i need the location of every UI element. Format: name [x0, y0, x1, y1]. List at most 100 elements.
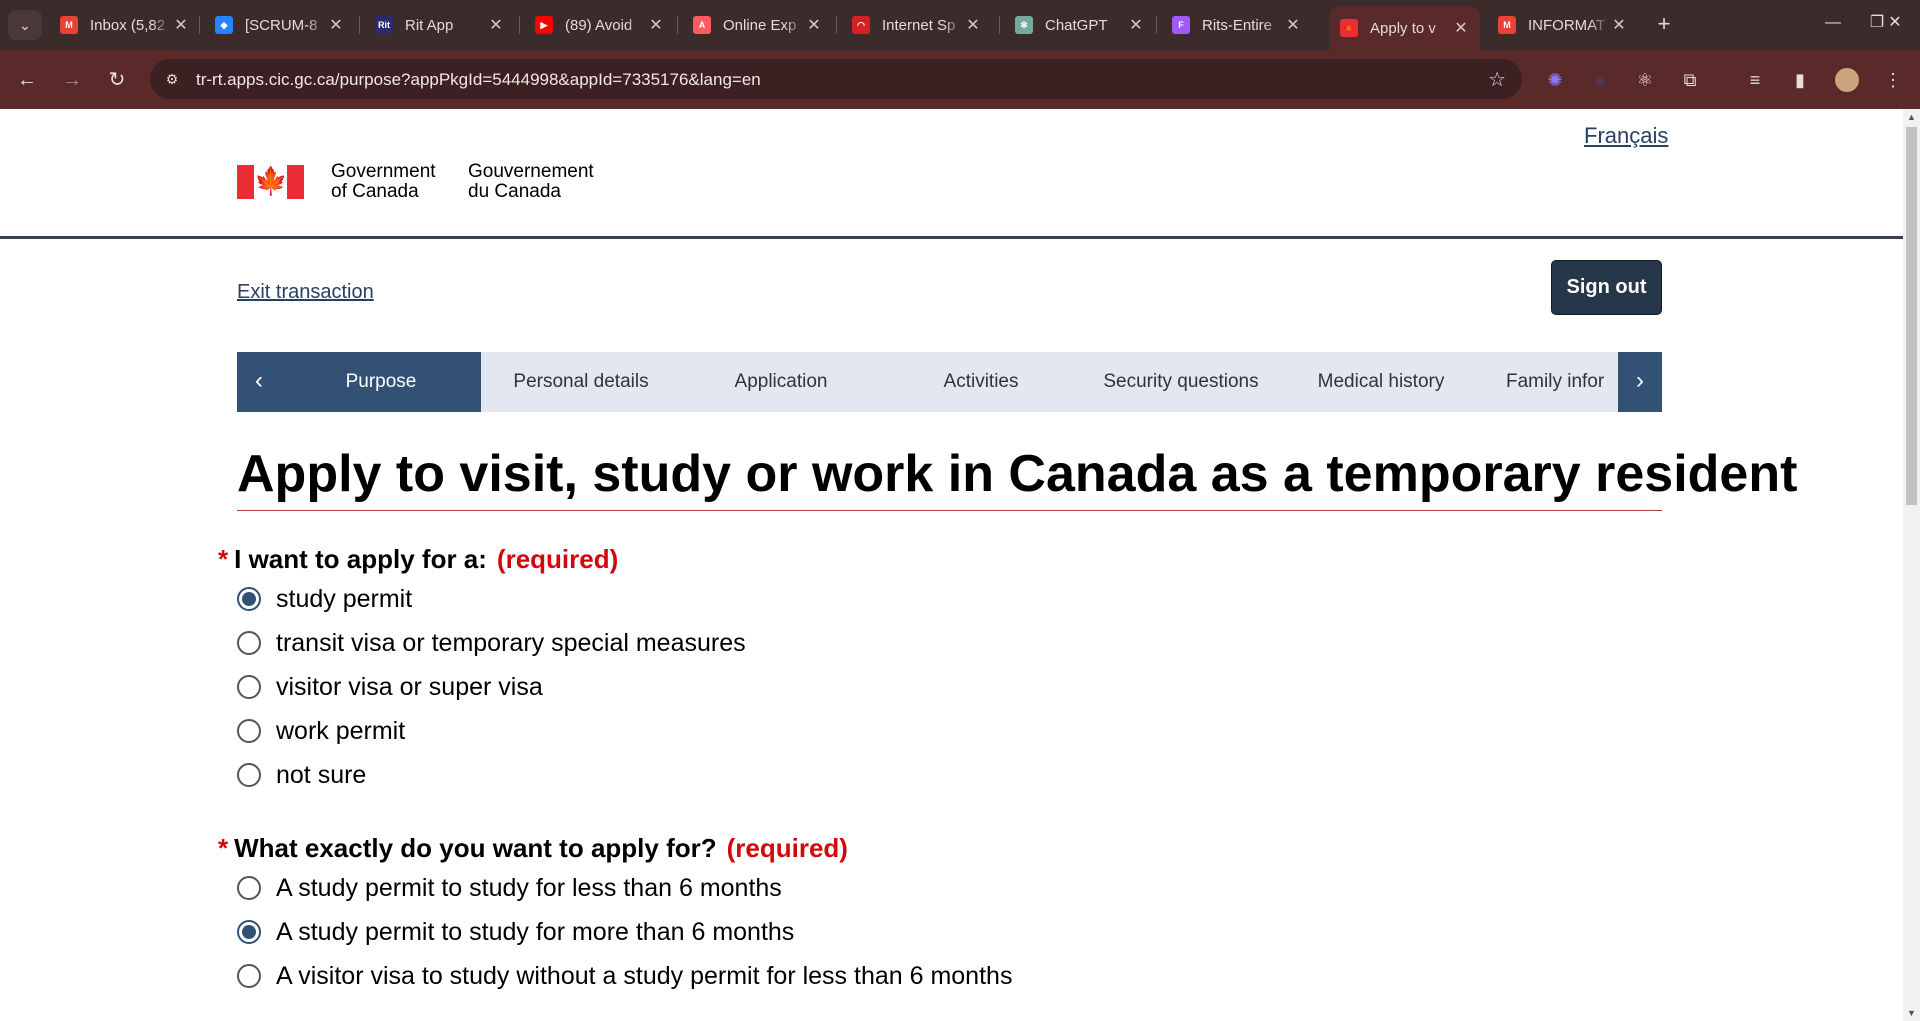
sign-out-button[interactable]: Sign out — [1551, 260, 1662, 315]
youtube-icon: ▶ — [535, 16, 553, 34]
radio-option[interactable]: not sure — [237, 759, 366, 791]
radio-label[interactable]: transit visa or temporary special measur… — [276, 629, 746, 658]
question-legend: * I want to apply for a: (required) — [218, 544, 618, 575]
stepper-step[interactable]: Security questions — [1081, 352, 1281, 412]
media-control-icon[interactable]: ≡ — [1741, 66, 1769, 94]
required-marker: (required) — [496, 544, 619, 574]
close-tab-icon[interactable]: ✕ — [964, 15, 982, 35]
stepper-step[interactable]: Personal details — [481, 352, 681, 412]
figma-icon: F — [1172, 16, 1190, 34]
browser-tab[interactable]: ✻ ChatGPT ✕ — [1005, 8, 1155, 42]
tab-title: ChatGPT — [1045, 16, 1108, 34]
close-window-icon[interactable]: ✕ — [1870, 8, 1920, 38]
radio-option[interactable]: A visitor visa to study without a study … — [237, 960, 1012, 992]
forward-icon[interactable]: → — [56, 64, 88, 96]
radio-option[interactable]: transit visa or temporary special measur… — [237, 627, 746, 659]
scroll-down-icon[interactable]: ▼ — [1903, 1005, 1920, 1021]
exit-transaction-link[interactable]: Exit transaction — [237, 281, 374, 304]
extension-dark-icon[interactable]: ● — [1586, 66, 1614, 94]
site-info-icon[interactable]: ⚙ — [162, 69, 182, 89]
scroll-up-icon[interactable]: ▲ — [1903, 109, 1920, 125]
language-toggle-link[interactable]: Français — [1584, 123, 1668, 149]
close-tab-icon[interactable]: ✕ — [1127, 15, 1145, 35]
browser-tab[interactable]: M Inbox (5,82 ✕ — [50, 8, 200, 42]
tab-title: Internet Sp — [882, 16, 956, 34]
extension-react-icon[interactable]: ⚛ — [1631, 66, 1659, 94]
browser-chrome: ⌄ M Inbox (5,82 ✕ ◆ [SCRUM-8 ✕ Rit Rit App ✕ ▶ (89… — [0, 0, 1920, 109]
radio-label[interactable]: A study permit to study for less than 6 … — [276, 874, 782, 903]
reload-icon[interactable]: ↻ — [101, 64, 133, 96]
radio-option[interactable]: visitor visa or super visa — [237, 671, 543, 703]
radio-option[interactable]: study permit — [237, 583, 412, 615]
stepper-step[interactable]: Medical history — [1281, 352, 1481, 412]
tab-title: INFORMAT — [1528, 16, 1606, 34]
stepper-step[interactable]: Purpose — [281, 352, 481, 412]
radio-button[interactable] — [237, 763, 261, 787]
close-tab-icon[interactable]: ✕ — [805, 15, 823, 35]
back-icon[interactable]: ← — [11, 64, 43, 96]
radio-button[interactable] — [237, 964, 261, 988]
radio-label[interactable]: visitor visa or super visa — [276, 673, 543, 702]
side-panel-icon[interactable]: ▮ — [1786, 66, 1814, 94]
url-text[interactable]: tr-rt.apps.cic.gc.ca/purpose?appPkgId=54… — [196, 70, 761, 90]
tab-separator — [677, 16, 678, 34]
radio-button[interactable] — [237, 675, 261, 699]
extension-perplexity-icon[interactable]: ✺ — [1541, 66, 1569, 94]
radio-label[interactable]: A visitor visa to study without a study … — [276, 962, 1012, 991]
gmail-icon: M — [60, 16, 78, 34]
radio-button[interactable] — [237, 876, 261, 900]
stepper-step[interactable]: Application — [681, 352, 881, 412]
tab-title: (89) Avoid — [565, 16, 633, 34]
stepper-step[interactable]: Family infor — [1481, 352, 1618, 412]
tab-title: Rits-Entire — [1202, 16, 1273, 34]
browser-tab[interactable]: ▶ (89) Avoid ✕ — [525, 8, 675, 42]
radio-button[interactable] — [237, 587, 261, 611]
radio-option[interactable]: work permit — [237, 715, 405, 747]
scrollbar-thumb[interactable] — [1906, 127, 1917, 505]
question-label: I want to apply for a: — [234, 544, 487, 574]
tab-strip: ⌄ M Inbox (5,82 ✕ ◆ [SCRUM-8 ✕ Rit Rit App ✕ ▶ (89… — [0, 0, 1920, 50]
profile-avatar[interactable] — [1835, 68, 1859, 92]
stepper-next-icon[interactable]: › — [1618, 352, 1662, 412]
radio-label[interactable]: study permit — [276, 585, 412, 614]
browser-tab[interactable]: A Online Exp ✕ — [683, 8, 833, 42]
tab-title: Online Exp — [723, 16, 797, 34]
menu-kebab-icon[interactable]: ⋮ — [1879, 66, 1907, 94]
tab-search-icon[interactable]: ⌄ — [8, 10, 42, 40]
close-tab-icon[interactable]: ✕ — [172, 15, 190, 35]
close-tab-icon[interactable]: ✕ — [487, 15, 505, 35]
radio-label[interactable]: work permit — [276, 717, 405, 746]
radio-option[interactable]: A study permit to study for more than 6 … — [237, 916, 794, 948]
question-label: What exactly do you want to apply for? — [234, 833, 717, 863]
speedtest-icon: ◠ — [852, 16, 870, 34]
address-bar[interactable]: ⚙ tr-rt.apps.cic.gc.ca/purpose?appPkgId=… — [150, 59, 1522, 99]
stepper-prev-icon[interactable]: ‹ — [237, 352, 281, 412]
radio-button[interactable] — [237, 631, 261, 655]
minimize-icon[interactable]: — — [1813, 8, 1853, 38]
extensions-puzzle-icon[interactable]: ⧉ — [1676, 66, 1704, 94]
radio-button[interactable] — [237, 920, 261, 944]
radio-label[interactable]: not sure — [276, 761, 366, 790]
stepper-step[interactable]: Activities — [881, 352, 1081, 412]
browser-tab[interactable]: Rit Rit App ✕ — [365, 8, 515, 42]
tab-separator — [519, 16, 520, 34]
close-tab-icon[interactable]: ✕ — [1284, 15, 1302, 35]
close-tab-icon[interactable]: ✕ — [327, 15, 345, 35]
browser-tab[interactable]: ◆ [SCRUM-8 ✕ — [205, 8, 355, 42]
bookmark-star-icon[interactable]: ☆ — [1488, 67, 1506, 92]
browser-tab[interactable]: 🍁 Apply to v ✕ — [1330, 6, 1480, 50]
close-tab-icon[interactable]: ✕ — [1610, 15, 1628, 35]
radio-button[interactable] — [237, 719, 261, 743]
radio-label[interactable]: A study permit to study for more than 6 … — [276, 918, 794, 947]
browser-tab[interactable]: M INFORMAT ✕ — [1488, 8, 1638, 42]
close-tab-icon[interactable]: ✕ — [647, 15, 665, 35]
tab-title: Apply to v — [1370, 19, 1436, 37]
radio-option[interactable]: A study permit to study for less than 6 … — [237, 872, 782, 904]
new-tab-icon[interactable]: + — [1650, 10, 1678, 40]
close-tab-icon[interactable]: ✕ — [1452, 18, 1470, 38]
tab-separator — [359, 16, 360, 34]
page-scrollbar[interactable]: ▲ ▼ — [1903, 109, 1920, 1021]
browser-tab[interactable]: ◠ Internet Sp ✕ — [842, 8, 992, 42]
browser-tab[interactable]: F Rits-Entire ✕ — [1162, 8, 1312, 42]
maple-leaf-icon: 🍁 — [254, 166, 288, 196]
